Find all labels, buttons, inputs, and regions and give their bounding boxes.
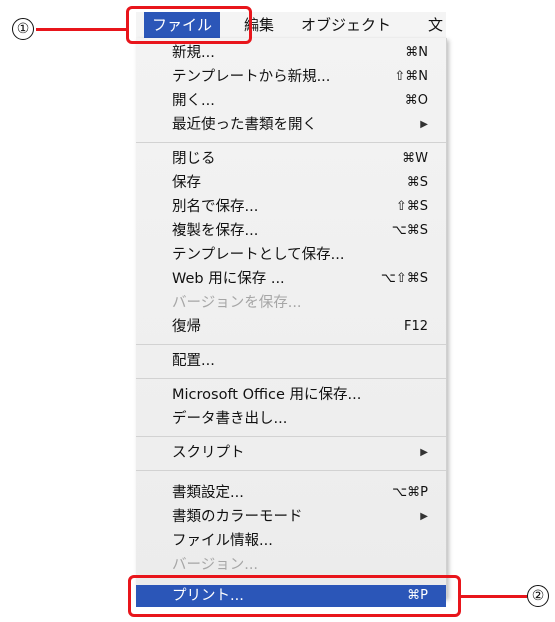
- submenu-arrow-icon: ▶: [420, 447, 428, 458]
- menu-item-open[interactable]: 開く... ⌘O: [136, 90, 446, 112]
- menu-item-label: 配置...: [172, 353, 215, 369]
- menu-item-new[interactable]: 新規... ⌘N: [136, 42, 446, 64]
- menu-item-save-version: バージョンを保存...: [136, 292, 446, 314]
- callout-number-2: ②: [527, 585, 549, 607]
- callout-highlight-file-menu: [126, 6, 252, 44]
- menu-separator: [136, 378, 446, 379]
- menu-item-close[interactable]: 閉じる ⌘W: [136, 148, 446, 170]
- menu-item-label: バージョンを保存...: [172, 295, 302, 311]
- menu-item-document-color-mode[interactable]: 書類のカラーモード ▶: [136, 506, 446, 528]
- menu-item-label: 書類のカラーモード: [172, 509, 303, 525]
- menu-item-shortcut: ⌘W: [402, 151, 428, 166]
- menu-item-label: 開く...: [172, 93, 215, 109]
- menu-item-label: Web 用に保存 ...: [172, 271, 285, 287]
- submenu-arrow-icon: ▶: [420, 511, 428, 522]
- menu-item-shortcut: ⌥⌘S: [391, 223, 428, 238]
- menu-item-file-info[interactable]: ファイル情報...: [136, 530, 446, 552]
- menu-item-save-for-office[interactable]: Microsoft Office 用に保存...: [136, 384, 446, 406]
- menu-item-shortcut: ⌥⇧⌘S: [380, 271, 428, 286]
- submenu-arrow-icon: ▶: [420, 119, 428, 130]
- callout-highlight-print: [128, 575, 461, 617]
- menu-separator: [136, 436, 446, 437]
- menubar-text[interactable]: 文: [428, 12, 443, 38]
- menu-item-label: 閉じる: [172, 151, 216, 167]
- menu-item-label: 複製を保存...: [172, 223, 259, 239]
- menu-item-save-copy[interactable]: 複製を保存... ⌥⌘S: [136, 220, 446, 242]
- menu-item-label: 別名で保存...: [172, 199, 259, 215]
- menu-item-open-recent[interactable]: 最近使った書類を開く ▶: [136, 114, 446, 136]
- menu-item-save-for-web[interactable]: Web 用に保存 ... ⌥⇧⌘S: [136, 268, 446, 290]
- file-menu: 新規... ⌘N テンプレートから新規... ⇧⌘N 開く... ⌘O 最近使っ…: [136, 38, 447, 607]
- callout-line-2: [461, 595, 527, 598]
- menu-item-label: 書類設定...: [172, 485, 244, 501]
- menu-item-shortcut: ⇧⌘N: [394, 69, 428, 84]
- menu-item-revert[interactable]: 復帰 F12: [136, 316, 446, 338]
- menu-item-versions: バージョン...: [136, 554, 446, 576]
- callout-number-1: ①: [12, 18, 34, 40]
- menu-item-label: 最近使った書類を開く: [172, 117, 317, 133]
- menu-item-scripts[interactable]: スクリプト ▶: [136, 442, 446, 464]
- menu-item-shortcut: ⌥⌘P: [392, 485, 428, 500]
- menu-item-label: データ書き出し...: [172, 411, 288, 427]
- menu-item-export[interactable]: データ書き出し...: [136, 408, 446, 430]
- menu-item-document-setup[interactable]: 書類設定... ⌥⌘P: [136, 482, 446, 504]
- menu-separator: [136, 142, 446, 143]
- menu-item-label: Microsoft Office 用に保存...: [172, 387, 362, 403]
- menu-separator: [136, 470, 446, 471]
- menu-item-save[interactable]: 保存 ⌘S: [136, 172, 446, 194]
- menu-item-label: ファイル情報...: [172, 533, 273, 549]
- menu-item-place[interactable]: 配置...: [136, 350, 446, 372]
- menu-item-label: 復帰: [172, 319, 201, 335]
- menu-item-new-from-template[interactable]: テンプレートから新規... ⇧⌘N: [136, 66, 446, 88]
- menu-item-label: 保存: [172, 175, 201, 191]
- callout-line-1: [36, 28, 128, 31]
- menu-item-shortcut: ⌘O: [404, 93, 428, 108]
- menu-item-label: バージョン...: [172, 557, 259, 573]
- menu-item-shortcut: F12: [403, 319, 428, 334]
- menu-item-save-as[interactable]: 別名で保存... ⇧⌘S: [136, 196, 446, 218]
- menu-item-label: 新規...: [172, 45, 215, 61]
- menu-item-label: テンプレートとして保存...: [172, 247, 345, 263]
- menu-item-label: テンプレートから新規...: [172, 69, 331, 85]
- menu-item-shortcut: ⌘S: [406, 175, 428, 190]
- menu-item-label: スクリプト: [172, 445, 245, 461]
- menu-item-shortcut: ⇧⌘S: [395, 199, 428, 214]
- menu-separator: [136, 344, 446, 345]
- menubar-object[interactable]: オブジェクト: [301, 12, 391, 38]
- menu-item-shortcut: ⌘N: [405, 45, 428, 60]
- menu-item-save-as-template[interactable]: テンプレートとして保存...: [136, 244, 446, 266]
